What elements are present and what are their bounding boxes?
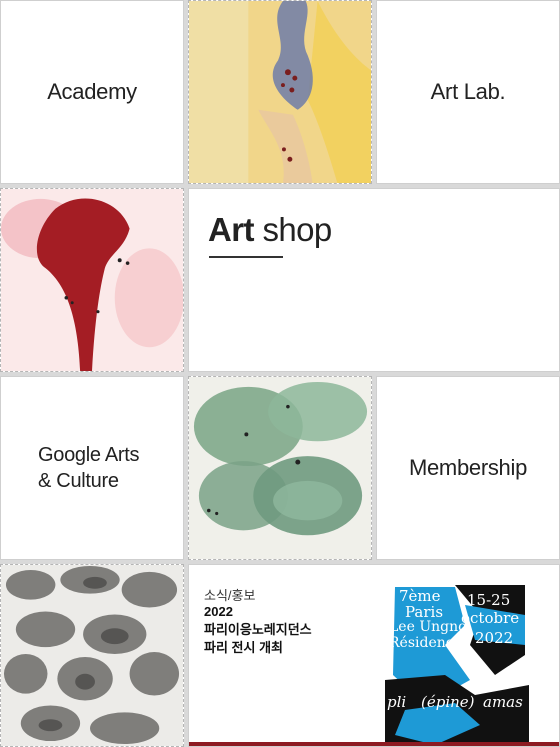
google-arts-tile[interactable]: Google Arts & Culture <box>0 376 184 560</box>
news-title-line-1: 2022 <box>204 604 233 619</box>
poster-tagline-2: (épine) <box>421 693 475 711</box>
poster-line-4: Résidence <box>389 635 462 651</box>
academy-label: Academy <box>47 79 137 104</box>
membership-tile[interactable]: Membership <box>376 376 560 560</box>
poster-tagline-1: pli <box>387 693 407 711</box>
poster-line-5: 15-25 <box>467 591 511 609</box>
art-shop-underline <box>209 256 283 258</box>
artwork-image-3[interactable] <box>188 376 372 560</box>
poster-line-3: Lee Ungno <box>389 619 467 635</box>
artwork-red-ink <box>1 189 183 371</box>
academy-tile[interactable]: Academy <box>0 0 184 184</box>
art-shop-title-light: shop <box>262 211 332 248</box>
artwork-green-ink <box>189 377 371 559</box>
art-lab-label: Art Lab. <box>430 79 506 104</box>
google-arts-label-line-2: & Culture <box>38 470 119 492</box>
poster-line-6: octobre <box>461 609 520 627</box>
news-category: 소식/홍보 <box>204 588 256 603</box>
art-lab-tile[interactable]: Art Lab. <box>376 0 560 184</box>
google-arts-label: Google Arts & Culture <box>1 442 183 494</box>
art-shop-tile[interactable]: Art shop <box>188 188 560 372</box>
artwork-yellow-blue <box>189 1 371 183</box>
artwork-gray-ink <box>1 565 183 746</box>
membership-label: Membership <box>408 455 528 480</box>
news-tile[interactable]: 소식/홍보 2022 파리이응노레지던스 파리 전시 개최 7ème Paris… <box>188 564 560 747</box>
news-title: 2022 파리이응노레지던스 파리 전시 개최 <box>204 603 312 657</box>
poster-tagline-3: amas <box>483 693 523 711</box>
news-title-line-3: 파리 전시 개최 <box>204 640 283 655</box>
artwork-image-4[interactable] <box>0 564 184 747</box>
artwork-image-2[interactable] <box>0 188 184 372</box>
art-shop-title-bold: Art <box>208 211 254 248</box>
news-accent-bar <box>189 742 559 746</box>
google-arts-label-line-1: Google Arts <box>38 444 140 466</box>
news-title-line-2: 파리이응노레지던스 <box>204 622 312 637</box>
poster-line-7: 2022 <box>475 629 514 647</box>
art-shop-title: Art shop <box>208 211 332 249</box>
exhibition-poster[interactable]: 7ème Paris Lee Ungno Résidence 15-25 oct… <box>385 585 529 746</box>
artwork-image-1[interactable] <box>188 0 372 184</box>
